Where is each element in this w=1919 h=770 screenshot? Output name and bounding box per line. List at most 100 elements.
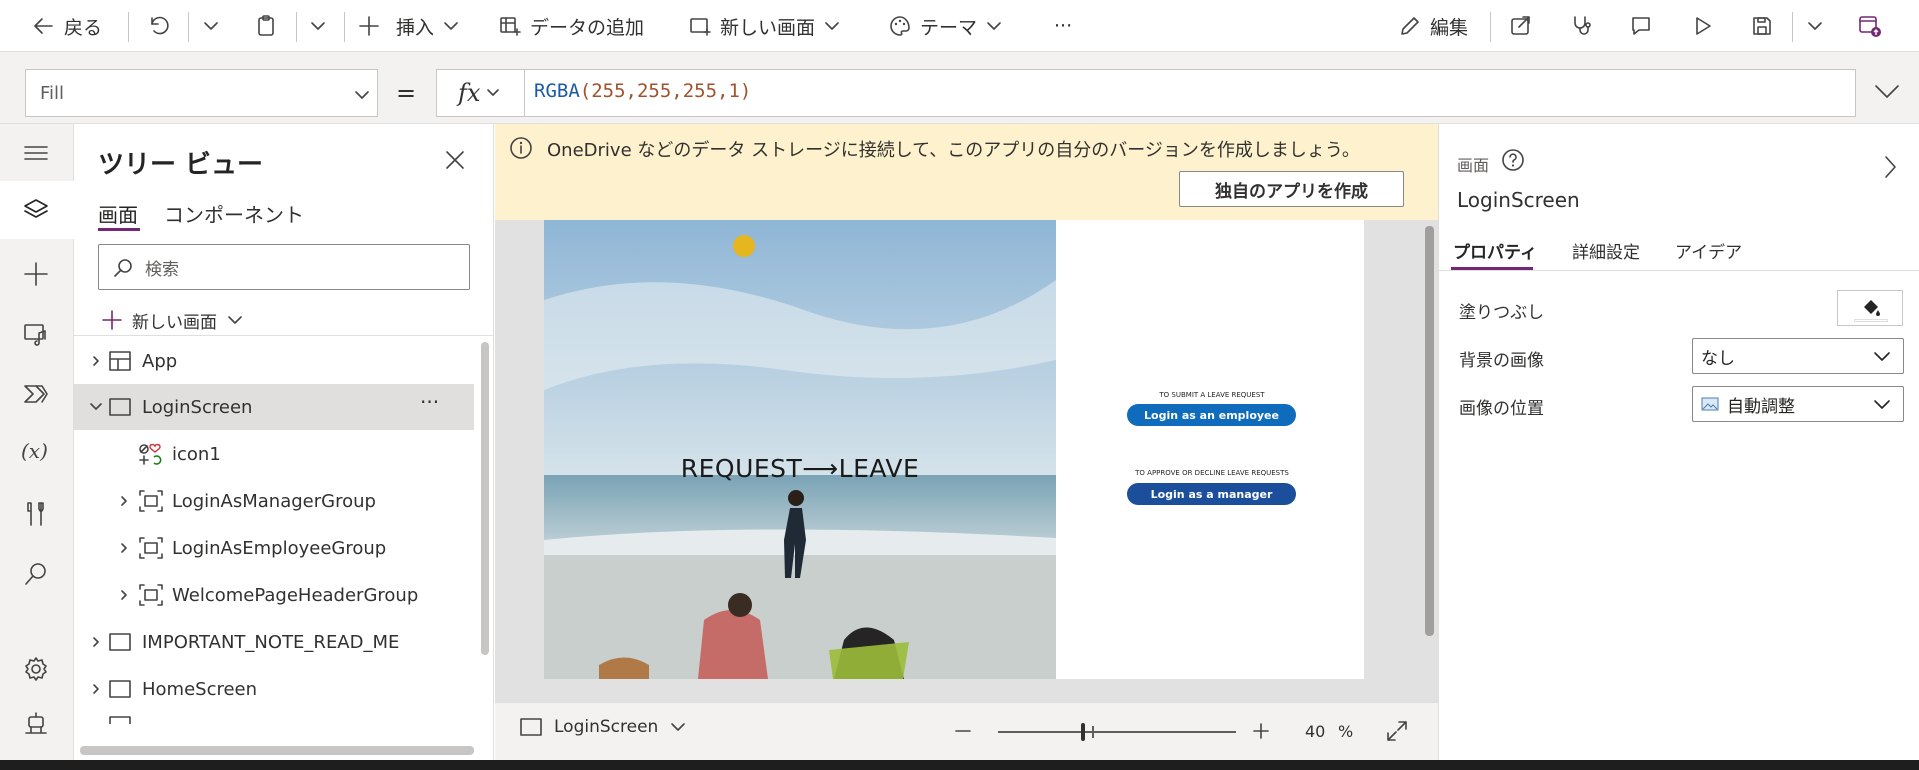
tree-new-screen-button[interactable]: 新しい画面 xyxy=(102,300,243,340)
plus-icon xyxy=(1253,723,1269,739)
add-data-button[interactable]: データの追加 xyxy=(498,0,644,52)
settings-rail-button[interactable] xyxy=(21,654,51,684)
formula-function: RGBA xyxy=(534,80,580,102)
tree-item-app[interactable]: App xyxy=(74,338,474,384)
insert-rail-button[interactable] xyxy=(21,259,51,289)
minus-icon xyxy=(955,730,971,732)
close-tree-button[interactable] xyxy=(444,149,466,171)
comments-button[interactable] xyxy=(1629,0,1653,52)
save-icon xyxy=(1753,17,1771,35)
back-button[interactable]: 戻る xyxy=(32,0,102,52)
chevron-right-icon[interactable] xyxy=(90,636,102,648)
zoom-out-button[interactable] xyxy=(953,721,973,741)
chevron-right-icon[interactable] xyxy=(118,495,130,507)
expand-formula-button[interactable] xyxy=(1873,79,1901,103)
app-preview[interactable]: REQUEST⟶LEAVE TO SUBMIT A LEAVE REQUEST … xyxy=(544,220,1364,679)
insert-button[interactable]: 挿入 xyxy=(358,0,460,52)
new-screen-button[interactable]: 新しい画面 xyxy=(688,0,841,52)
chevron-right-icon[interactable] xyxy=(90,355,102,367)
chevron-down-icon[interactable] xyxy=(89,401,103,413)
fill-label: 塗りつぶし xyxy=(1459,303,1545,323)
fill-color-picker[interactable] xyxy=(1837,290,1903,326)
search-rail-button[interactable] xyxy=(21,559,51,589)
help-button[interactable] xyxy=(1501,148,1525,172)
add-data-label: データの追加 xyxy=(530,16,645,39)
menu-button[interactable] xyxy=(21,138,51,168)
save-dropdown-button[interactable] xyxy=(1806,0,1824,52)
tree-item-homescreen[interactable]: HomeScreen xyxy=(74,666,474,712)
undo-button[interactable] xyxy=(147,0,171,52)
stethoscope-icon xyxy=(1574,16,1591,35)
create-own-app-button[interactable]: 独自のアプリを作成 xyxy=(1179,171,1404,207)
chevron-down-icon xyxy=(204,22,218,30)
tree-item-loginasmanagergroup[interactable]: LoginAsManagerGroup xyxy=(74,478,474,524)
share-button[interactable] xyxy=(1509,0,1533,52)
paste-button[interactable] xyxy=(254,0,278,52)
help-icon xyxy=(1502,149,1524,171)
tree-search-input[interactable]: 検索 xyxy=(98,244,470,290)
more-options-button[interactable]: ··· xyxy=(420,390,439,414)
image-position-dropdown[interactable]: 自動調整 xyxy=(1692,386,1904,422)
login-employee-button[interactable]: Login as an employee xyxy=(1127,404,1296,426)
new-screen-icon xyxy=(690,18,711,36)
theme-button[interactable]: テーマ xyxy=(888,0,1003,52)
tab-ideas[interactable]: アイデア xyxy=(1675,238,1742,263)
screen-icon xyxy=(109,398,131,416)
undo-dropdown-button[interactable] xyxy=(202,0,220,52)
tree-item-welcomepageheadergroup[interactable]: WelcomePageHeaderGroup xyxy=(74,572,474,618)
chevron-down-icon xyxy=(1875,85,1899,98)
formula-input[interactable]: fx RGBA(255,255,255,1) xyxy=(436,69,1856,117)
publish-button[interactable] xyxy=(1857,0,1883,52)
virtual-agent-rail-button[interactable] xyxy=(21,709,51,739)
icon-control-icon xyxy=(139,443,162,465)
tree-item-label: icon1 xyxy=(172,443,221,465)
chevron-down-icon xyxy=(311,22,325,30)
media-rail-button[interactable] xyxy=(21,319,51,349)
property-dropdown[interactable]: Fill xyxy=(25,69,378,117)
canvas-vertical-scrollbar[interactable] xyxy=(1425,226,1434,636)
edit-button[interactable]: 編集 xyxy=(1398,0,1468,52)
search-placeholder: 検索 xyxy=(145,260,179,280)
app-checker-button[interactable] xyxy=(1570,0,1594,52)
os-taskbar-edge xyxy=(0,760,1919,770)
tab-components[interactable]: コンポーネント xyxy=(164,199,304,228)
chevron-down-icon xyxy=(1808,22,1822,30)
zoom-slider-thumb[interactable] xyxy=(1081,723,1085,741)
insert-label: 挿入 xyxy=(396,16,435,39)
tree-item-loginscreen[interactable]: LoginScreen ··· xyxy=(74,384,474,430)
tab-properties[interactable]: プロパティ xyxy=(1453,238,1537,263)
variables-rail-button[interactable]: (x) xyxy=(21,439,51,469)
chevron-down-icon xyxy=(228,316,242,324)
screen-selector[interactable]: LoginScreen xyxy=(520,717,686,737)
power-automate-rail-button[interactable] xyxy=(21,379,51,409)
tree-item-icon1[interactable]: icon1 xyxy=(74,431,474,477)
fx-icon: fx xyxy=(458,79,481,107)
search-icon xyxy=(25,563,46,585)
tree-vertical-scrollbar[interactable] xyxy=(481,342,489,655)
chevron-right-icon[interactable] xyxy=(118,589,130,601)
more-commands-button[interactable]: ··· xyxy=(1054,0,1072,52)
zoom-in-button[interactable] xyxy=(1251,721,1271,741)
tab-advanced[interactable]: 詳細設定 xyxy=(1572,238,1640,263)
equals-sign: = xyxy=(396,79,417,107)
tree-item-loginasemployeegroup[interactable]: LoginAsEmployeeGroup xyxy=(74,525,474,571)
advanced-tools-rail-button[interactable] xyxy=(21,499,51,529)
fx-button[interactable]: fx xyxy=(437,70,525,116)
fit-to-window-button[interactable] xyxy=(1385,719,1409,743)
login-manager-button[interactable]: Login as a manager xyxy=(1127,483,1296,505)
image-position-label: 画像の位置 xyxy=(1459,399,1544,419)
zoom-value: 40 xyxy=(1305,722,1326,741)
background-image-label: 背景の画像 xyxy=(1459,351,1544,371)
zoom-slider-track[interactable] xyxy=(998,723,1236,741)
chevron-right-icon[interactable] xyxy=(118,542,130,554)
preview-button[interactable] xyxy=(1690,0,1714,52)
tree-horizontal-scrollbar[interactable] xyxy=(80,746,474,755)
paste-dropdown-button[interactable] xyxy=(309,0,327,52)
background-image-dropdown[interactable]: なし xyxy=(1692,338,1904,374)
tab-screens[interactable]: 画面 xyxy=(98,199,138,228)
save-button[interactable] xyxy=(1750,0,1774,52)
tree-view-rail-button[interactable] xyxy=(0,181,74,239)
tree-item-important-note[interactable]: IMPORTANT_NOTE_READ_ME xyxy=(74,619,474,665)
chevron-right-icon[interactable] xyxy=(90,683,102,695)
collapse-panel-button[interactable] xyxy=(1881,154,1899,180)
